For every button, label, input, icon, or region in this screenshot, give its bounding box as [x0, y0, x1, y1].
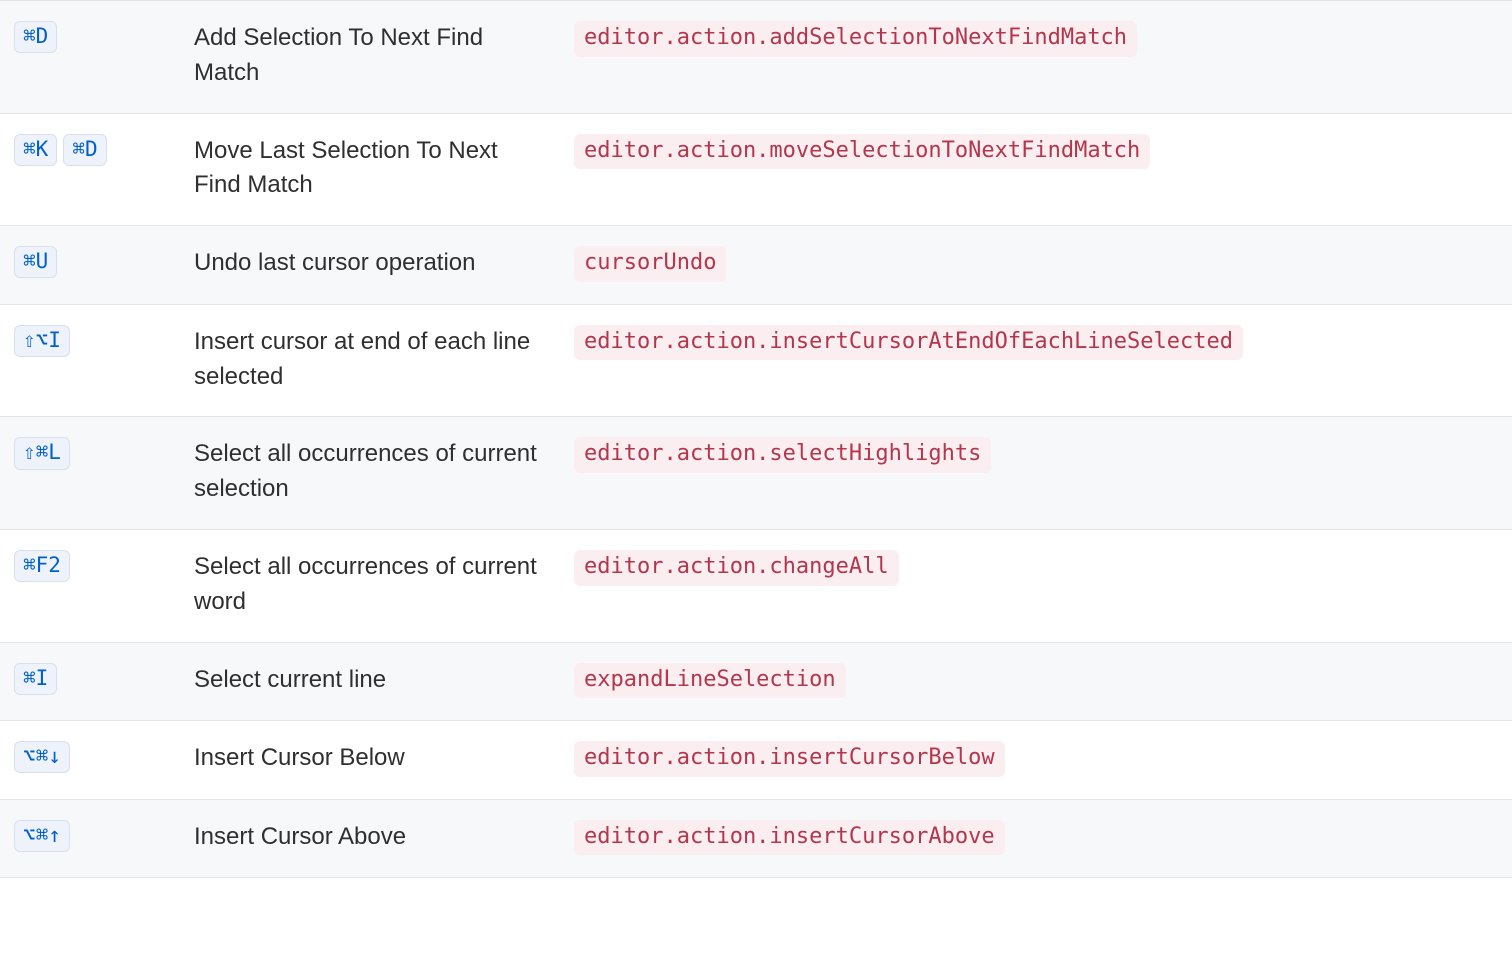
command-cell: Insert Cursor Below: [180, 721, 560, 800]
command-name: Select all occurrences of current word: [194, 550, 546, 620]
key-chord: ⇧⌘L: [14, 437, 70, 469]
command-cell: Add Selection To Next Find Match: [180, 1, 560, 114]
command-id: editor.action.insertCursorAbove: [574, 820, 1005, 856]
table-row: ⌘F2 Select all occurrences of current wor…: [0, 529, 1512, 642]
command-cell: Insert cursor at end of each line select…: [180, 304, 560, 417]
table-row: ⌥⌘↓ Insert Cursor Below editor.action.inse…: [0, 721, 1512, 800]
command-name: Add Selection To Next Find Match: [194, 21, 546, 91]
table-row: ⌘K⌘D Move Last Selection To Next Find Mat…: [0, 113, 1512, 226]
key-chord: ⌥⌘↓: [14, 741, 70, 773]
table-row: ⇧⌥I Insert cursor at end of each line sel…: [0, 304, 1512, 417]
command-cell: Move Last Selection To Next Find Match: [180, 113, 560, 226]
key-cell: ⌘K⌘D: [0, 113, 180, 226]
command-id-cell: cursorUndo: [560, 226, 1512, 305]
command-name: Insert Cursor Above: [194, 820, 546, 855]
key-chord: ⌘F2: [14, 550, 70, 582]
command-id: editor.action.moveSelectionToNextFindMat…: [574, 134, 1150, 170]
key-cell: ⌘F2: [0, 529, 180, 642]
command-name: Select current line: [194, 663, 546, 698]
key-sequence: ⌥⌘↓: [14, 742, 76, 768]
command-name: Undo last cursor operation: [194, 246, 546, 281]
command-id-cell: editor.action.insertCursorBelow: [560, 721, 1512, 800]
key-cell: ⌥⌘↑: [0, 799, 180, 878]
command-cell: Select current line: [180, 642, 560, 721]
key-sequence: ⌥⌘↑: [14, 821, 76, 847]
table-row: ⌘U Undo last cursor operation cursorUndo: [0, 226, 1512, 305]
command-id-cell: editor.action.addSelectionToNextFindMatc…: [560, 1, 1512, 114]
command-id-cell: editor.action.insertCursorAbove: [560, 799, 1512, 878]
command-cell: Insert Cursor Above: [180, 799, 560, 878]
command-id: editor.action.selectHighlights: [574, 437, 991, 473]
command-name: Insert cursor at end of each line select…: [194, 325, 546, 395]
command-id: cursorUndo: [574, 246, 726, 282]
table-row: ⇧⌘L Select all occurrences of current sel…: [0, 417, 1512, 530]
key-chord: ⇧⌥I: [14, 325, 70, 357]
command-id: editor.action.insertCursorBelow: [574, 741, 1005, 777]
key-cell: ⌘U: [0, 226, 180, 305]
command-cell: Select all occurrences of current select…: [180, 417, 560, 530]
key-cell: ⇧⌘L: [0, 417, 180, 530]
keybindings-table: ⌘D Add Selection To Next Find Match editor…: [0, 0, 1512, 878]
command-id-cell: expandLineSelection: [560, 642, 1512, 721]
command-id: expandLineSelection: [574, 663, 846, 699]
table-row: ⌘I Select current line expandLineSelection: [0, 642, 1512, 721]
key-sequence: ⌘I: [14, 664, 63, 690]
key-cell: ⌥⌘↓: [0, 721, 180, 800]
command-name: Insert Cursor Below: [194, 741, 546, 776]
key-sequence: ⌘U: [14, 247, 63, 273]
command-id: editor.action.insertCursorAtEndOfEachLin…: [574, 325, 1243, 361]
key-chord: ⌘K: [14, 134, 57, 166]
command-id-cell: editor.action.selectHighlights: [560, 417, 1512, 530]
key-sequence: ⌘K⌘D: [14, 135, 113, 161]
command-name: Move Last Selection To Next Find Match: [194, 134, 546, 204]
key-chord: ⌥⌘↑: [14, 820, 70, 852]
key-cell: ⇧⌥I: [0, 304, 180, 417]
command-id-cell: editor.action.changeAll: [560, 529, 1512, 642]
table-row: ⌥⌘↑ Insert Cursor Above editor.action.inse…: [0, 799, 1512, 878]
key-sequence: ⇧⌥I: [14, 326, 76, 352]
command-cell: Select all occurrences of current word: [180, 529, 560, 642]
key-chord: ⌘D: [63, 134, 106, 166]
key-chord: ⌘I: [14, 663, 57, 695]
key-cell: ⌘I: [0, 642, 180, 721]
key-cell: ⌘D: [0, 1, 180, 114]
table-row: ⌘D Add Selection To Next Find Match editor…: [0, 1, 1512, 114]
key-sequence: ⌘D: [14, 22, 63, 48]
command-id-cell: editor.action.moveSelectionToNextFindMat…: [560, 113, 1512, 226]
key-sequence: ⌘F2: [14, 551, 76, 577]
command-cell: Undo last cursor operation: [180, 226, 560, 305]
command-id: editor.action.changeAll: [574, 550, 899, 586]
key-sequence: ⇧⌘L: [14, 438, 76, 464]
command-name: Select all occurrences of current select…: [194, 437, 546, 507]
key-chord: ⌘U: [14, 246, 57, 278]
command-id: editor.action.addSelectionToNextFindMatc…: [574, 21, 1137, 57]
key-chord: ⌘D: [14, 21, 57, 53]
command-id-cell: editor.action.insertCursorAtEndOfEachLin…: [560, 304, 1512, 417]
